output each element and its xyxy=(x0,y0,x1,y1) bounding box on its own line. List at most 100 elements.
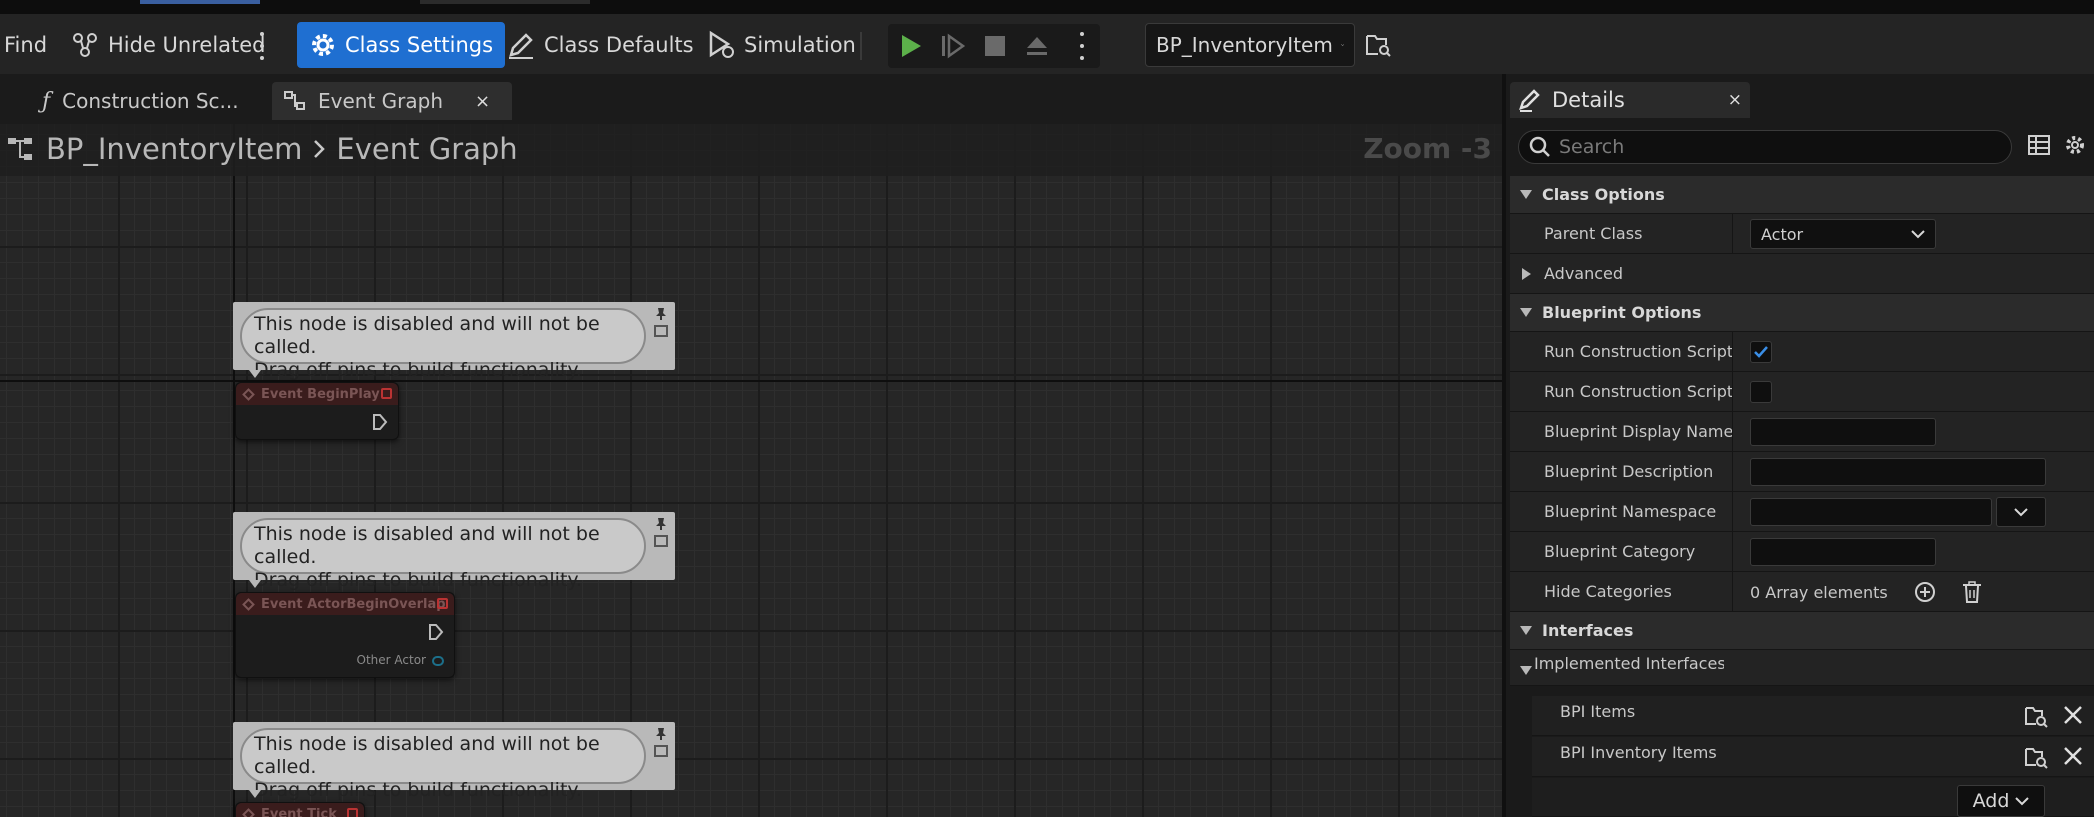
window-title-strip xyxy=(0,0,2094,14)
browse-interface-icon[interactable] xyxy=(2024,704,2048,728)
simulation-button[interactable]: Simulation xyxy=(706,22,856,68)
category-interfaces[interactable]: Interfaces xyxy=(1510,612,2094,650)
event-actor-begin-overlap-node[interactable]: Event ActorBeginOverlap Other Actor xyxy=(235,592,455,678)
property-advanced[interactable]: Advanced xyxy=(1510,254,2094,294)
node-title: Event BeginPlay xyxy=(261,386,380,402)
function-icon: ƒ xyxy=(42,88,51,114)
breadcrumb-root[interactable]: BP_InventoryItem xyxy=(46,132,302,166)
chevron-down-icon xyxy=(2014,508,2028,517)
interface-item-bpi-items: BPI Items xyxy=(1532,696,2094,736)
category-class-options[interactable]: Class Options xyxy=(1510,176,2094,214)
gear-icon xyxy=(312,34,334,56)
event-graph-icon xyxy=(284,91,305,110)
namespace-dropdown-button[interactable] xyxy=(1996,497,2046,527)
category-blueprint-options[interactable]: Blueprint Options xyxy=(1510,294,2094,332)
pin-icon[interactable] xyxy=(653,516,669,550)
hide-unrelated-icon xyxy=(73,33,97,57)
run-construction-script-checkbox-2[interactable] xyxy=(1750,381,1772,403)
close-tab-icon[interactable]: × xyxy=(475,91,490,112)
stop-icon xyxy=(985,36,1005,56)
blueprint-display-name-input[interactable] xyxy=(1750,418,1936,446)
node-comment-bubble[interactable]: This node is disabled and will not be ca… xyxy=(233,512,675,591)
table-view-icon[interactable] xyxy=(2028,134,2050,156)
collapse-arrow-icon xyxy=(1520,666,1532,675)
trash-icon[interactable] xyxy=(1962,581,1982,603)
stop-button[interactable] xyxy=(974,24,1016,68)
node-comment-bubble[interactable]: This node is disabled and will not be ca… xyxy=(233,722,675,801)
play-button[interactable] xyxy=(890,24,932,68)
tab-event-graph[interactable]: Event Graph × xyxy=(272,82,512,120)
browse-interface-icon[interactable] xyxy=(2024,745,2048,769)
node-title: Event Tick xyxy=(261,806,337,817)
asset-tab-accent xyxy=(140,0,260,4)
other-actor-pin[interactable] xyxy=(432,656,444,666)
simulation-label: Simulation xyxy=(744,33,856,57)
zoom-level: Zoom -3 xyxy=(1363,132,1492,165)
folder-search-icon xyxy=(1366,35,1391,57)
remove-interface-icon[interactable] xyxy=(2062,745,2084,767)
implemented-interfaces-group[interactable]: Implemented Interfaces xyxy=(1510,650,2094,686)
event-begin-play-node[interactable]: Event BeginPlay xyxy=(235,382,399,440)
toolbar-divider xyxy=(860,32,862,60)
event-graph-canvas[interactable]: BP_InventoryItem Event Graph Zoom -3 Thi… xyxy=(0,124,1502,817)
step-button[interactable] xyxy=(932,24,974,68)
blueprint-description-input[interactable] xyxy=(1750,458,2046,486)
add-element-icon[interactable] xyxy=(1914,581,1936,603)
node-header: Event ActorBeginOverlap xyxy=(236,593,454,615)
pin-icon[interactable] xyxy=(653,726,669,760)
play-controls xyxy=(888,24,1100,68)
interface-item-bpi-inventory-items: BPI Inventory Items xyxy=(1532,737,2094,777)
breadcrumb: BP_InventoryItem Event Graph xyxy=(8,132,518,166)
parent-class-dropdown[interactable]: Actor xyxy=(1750,219,1936,249)
event-tick-node[interactable]: Event Tick xyxy=(235,802,365,817)
other-actor-pin-label: Other Actor xyxy=(356,653,426,667)
comment-text: This node is disabled and will not be ca… xyxy=(240,308,646,381)
play-options-icon[interactable] xyxy=(1079,32,1085,60)
details-panel: Details × Search Class Options Parent Cl… xyxy=(1502,74,2094,817)
node-title: Event ActorBeginOverlap xyxy=(261,596,446,612)
add-interface-button[interactable]: Add xyxy=(1957,785,2045,817)
node-comment-bubble[interactable]: This node is disabled and will not be ca… xyxy=(233,302,675,381)
checkmark-icon xyxy=(1754,346,1768,358)
breadcrumb-current: Event Graph xyxy=(336,132,518,166)
hide-unrelated-button[interactable]: Hide Unrelated xyxy=(70,22,266,68)
graph-hierarchy-icon xyxy=(8,138,32,160)
property-parent-class: Parent Class Actor xyxy=(1510,214,2094,254)
comment-text: This node is disabled and will not be ca… xyxy=(240,728,646,801)
eject-button[interactable] xyxy=(1016,24,1058,68)
property-hide-categories: Hide Categories 0 Array elements xyxy=(1510,572,2094,612)
details-pencil-icon xyxy=(1519,89,1540,112)
hide-unrelated-label: Hide Unrelated xyxy=(108,33,266,57)
delegate-pin-icon[interactable] xyxy=(437,598,448,609)
class-defaults-button[interactable]: Class Defaults xyxy=(506,22,694,68)
more-options-icon[interactable] xyxy=(259,32,265,60)
blueprint-selector-value: BP_InventoryItem xyxy=(1156,33,1333,57)
graph-origin-horizontal-axis xyxy=(0,380,1502,382)
blueprint-selector-dropdown[interactable]: BP_InventoryItem xyxy=(1145,23,1355,67)
remove-interface-icon[interactable] xyxy=(2062,704,2084,726)
class-settings-label: Class Settings xyxy=(345,33,494,57)
chevron-right-icon xyxy=(314,140,326,158)
tab-details[interactable]: Details × xyxy=(1510,82,1750,118)
exec-output-pin[interactable] xyxy=(428,623,444,641)
pin-icon[interactable] xyxy=(653,306,669,340)
close-details-icon[interactable]: × xyxy=(1728,90,1742,110)
browse-asset-button[interactable] xyxy=(1364,22,1392,68)
tab-construction-script-label: Construction Sc... xyxy=(62,89,239,113)
blueprint-category-input[interactable] xyxy=(1750,538,1936,566)
hide-categories-count: 0 Array elements xyxy=(1750,582,1888,602)
collapse-arrow-icon xyxy=(1520,308,1532,317)
class-settings-button[interactable]: Class Settings xyxy=(297,22,506,68)
exec-output-pin[interactable] xyxy=(372,413,388,431)
delegate-pin-icon[interactable] xyxy=(347,808,358,817)
graph-tab-bar: ƒ Construction Sc... Event Graph × xyxy=(0,74,1502,124)
details-search-input[interactable]: Search xyxy=(1518,130,2012,164)
tab-construction-script[interactable]: ƒ Construction Sc... xyxy=(30,82,251,120)
blueprint-namespace-input[interactable] xyxy=(1750,498,1992,526)
property-run-construction-script-1: Run Construction Script... xyxy=(1510,332,2094,372)
settings-gear-icon[interactable] xyxy=(2064,134,2086,156)
delegate-pin-icon[interactable] xyxy=(381,388,392,399)
find-button[interactable]: Find xyxy=(4,22,47,68)
run-construction-script-checkbox-1[interactable] xyxy=(1750,341,1772,363)
chevron-down-icon xyxy=(1911,230,1925,239)
